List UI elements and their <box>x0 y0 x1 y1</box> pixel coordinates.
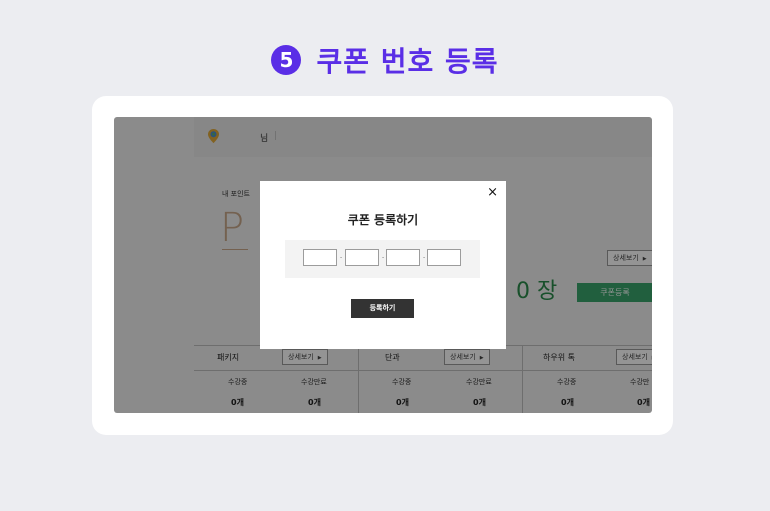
step-number-badge: 5 <box>271 45 302 75</box>
coupon-register-modal: × 쿠폰 등록하기 - - - 등록하기 <box>260 181 506 349</box>
modal-title: 쿠폰 등록하기 <box>347 213 419 227</box>
coupon-code-input-3[interactable] <box>386 249 420 266</box>
coupon-code-input-1[interactable] <box>303 249 337 266</box>
code-dash: - <box>423 254 426 261</box>
coupon-code-input-2[interactable] <box>345 249 379 266</box>
coupon-code-input-4[interactable] <box>427 249 461 266</box>
submit-register-button[interactable]: 등록하기 <box>351 299 414 318</box>
code-dash: - <box>340 254 343 261</box>
page-title: 쿠폰 번호 등록 <box>316 45 499 78</box>
coupon-code-group: - - - <box>285 240 480 278</box>
code-dash: - <box>382 254 385 261</box>
page-heading: 5 쿠폰 번호 등록 <box>0 40 770 80</box>
close-icon[interactable]: × <box>487 185 498 200</box>
